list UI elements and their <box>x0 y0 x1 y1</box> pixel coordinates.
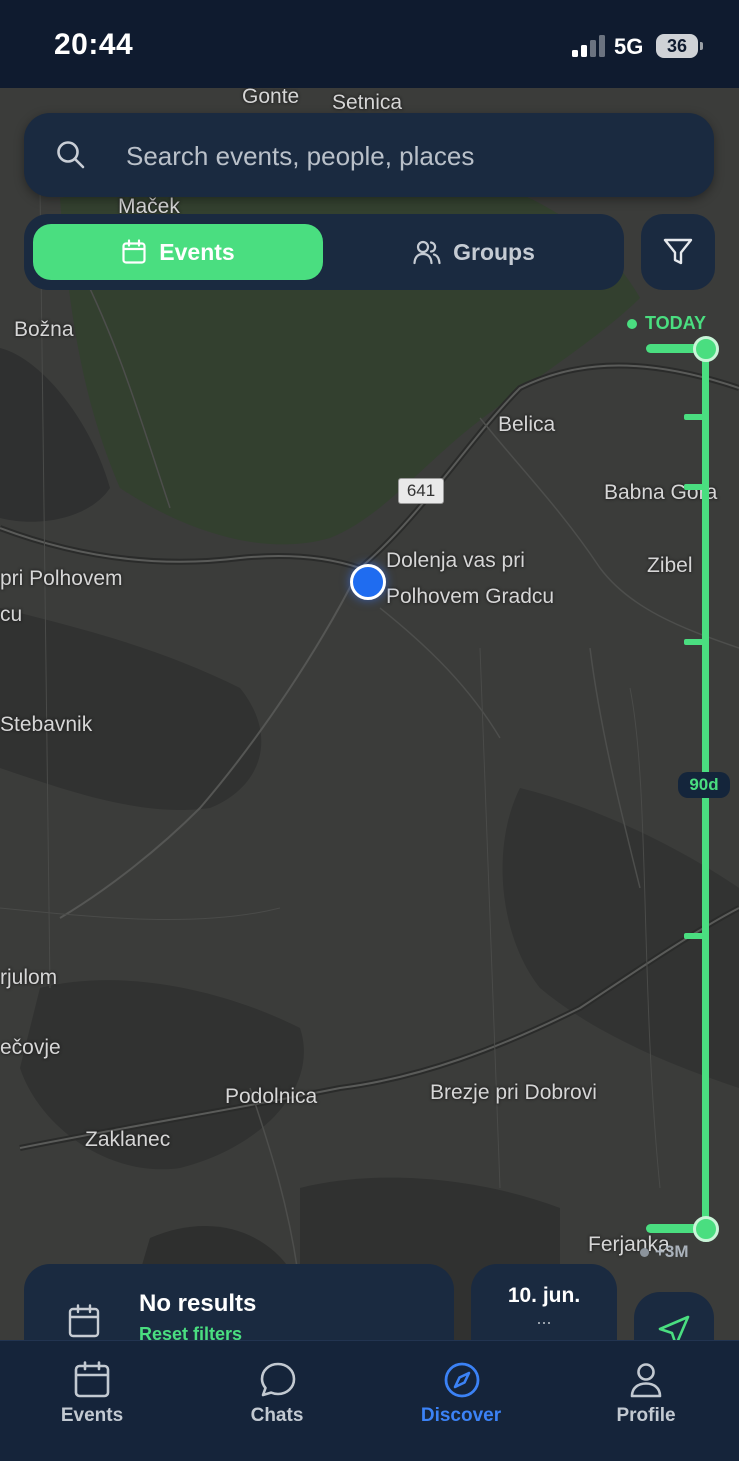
map-label: Podolnica <box>225 1085 318 1108</box>
chat-bubble-icon <box>260 1362 296 1397</box>
status-bar: 20:44 5G 36 <box>0 0 739 88</box>
calendar-icon <box>68 1304 100 1338</box>
map-label: cu <box>0 603 23 626</box>
compass-icon <box>444 1362 480 1398</box>
battery-cap <box>700 42 703 50</box>
tab-label: Events <box>60 1405 124 1426</box>
map-label: Zaklanec <box>85 1128 171 1151</box>
timeline-end-label: +3M <box>640 1242 689 1262</box>
segment-groups[interactable]: Groups <box>329 224 619 280</box>
map-label: Stebavnik <box>0 713 93 736</box>
search-bar[interactable] <box>24 113 714 197</box>
filter-button[interactable] <box>641 214 715 290</box>
search-input[interactable] <box>124 137 688 175</box>
map-label: Božna <box>14 318 74 341</box>
calendar-icon <box>122 239 146 264</box>
timeline-tick <box>684 639 704 645</box>
segment-groups-label: Groups <box>453 238 535 265</box>
user-location-marker[interactable] <box>350 564 386 600</box>
person-icon <box>630 1363 662 1398</box>
search-icon <box>57 141 85 169</box>
tab-chats[interactable]: Chats <box>185 1341 369 1461</box>
timeline-tick <box>684 933 704 939</box>
today-text: TODAY <box>645 313 707 333</box>
calendar-icon <box>74 1361 110 1398</box>
map-label: Polhovem Gradcu <box>386 585 555 608</box>
segment-events-label: Events <box>159 238 235 265</box>
map-label: Gonte <box>242 88 300 108</box>
timeline-range-badge: 90d <box>678 772 730 798</box>
map-label: pri Polhovem <box>0 567 123 590</box>
timeline-start-handle[interactable] <box>693 336 719 362</box>
tab-label: Profile <box>616 1405 676 1426</box>
status-time: 20:44 <box>54 28 134 61</box>
bottom-tab-bar: Events Chats Discover Profile <box>0 1340 739 1461</box>
filter-icon <box>663 238 693 265</box>
network-type: 5G <box>614 34 644 59</box>
map-label: ečovje <box>0 1036 61 1059</box>
tab-label: Discover <box>420 1405 502 1426</box>
date-text: 10. jun. <box>507 1284 581 1307</box>
tab-label: Chats <box>250 1405 304 1426</box>
timeline-end-handle[interactable] <box>693 1216 719 1242</box>
segment-events[interactable]: Events <box>33 224 323 280</box>
today-dot <box>627 318 637 329</box>
map-label: Belica <box>498 413 556 436</box>
end-text: +3M <box>655 1242 689 1261</box>
end-dot <box>640 1247 649 1257</box>
road-number-shield: 641 <box>399 479 443 503</box>
tab-events[interactable]: Events <box>0 1341 184 1461</box>
battery-icon: 36 <box>656 34 698 58</box>
date-dots: ... <box>536 1308 552 1328</box>
timeline-tick <box>684 414 704 420</box>
timeline-today-label: TODAY <box>627 313 706 334</box>
users-icon <box>413 240 441 265</box>
events-groups-toggle: Events Groups <box>24 214 624 290</box>
map-label: Brezje pri Dobrovi <box>430 1081 597 1104</box>
map-label: Setnica <box>332 91 403 114</box>
signal-icon <box>572 35 605 57</box>
map-label: rjulom <box>0 966 58 989</box>
map-label: Dolenja vas pri <box>386 549 525 572</box>
tab-profile[interactable]: Profile <box>554 1341 738 1461</box>
results-title: No results <box>139 1290 257 1317</box>
tab-discover[interactable]: Discover <box>369 1341 553 1461</box>
timeline-tick <box>684 484 704 490</box>
map-label: Zibel <box>647 554 693 577</box>
